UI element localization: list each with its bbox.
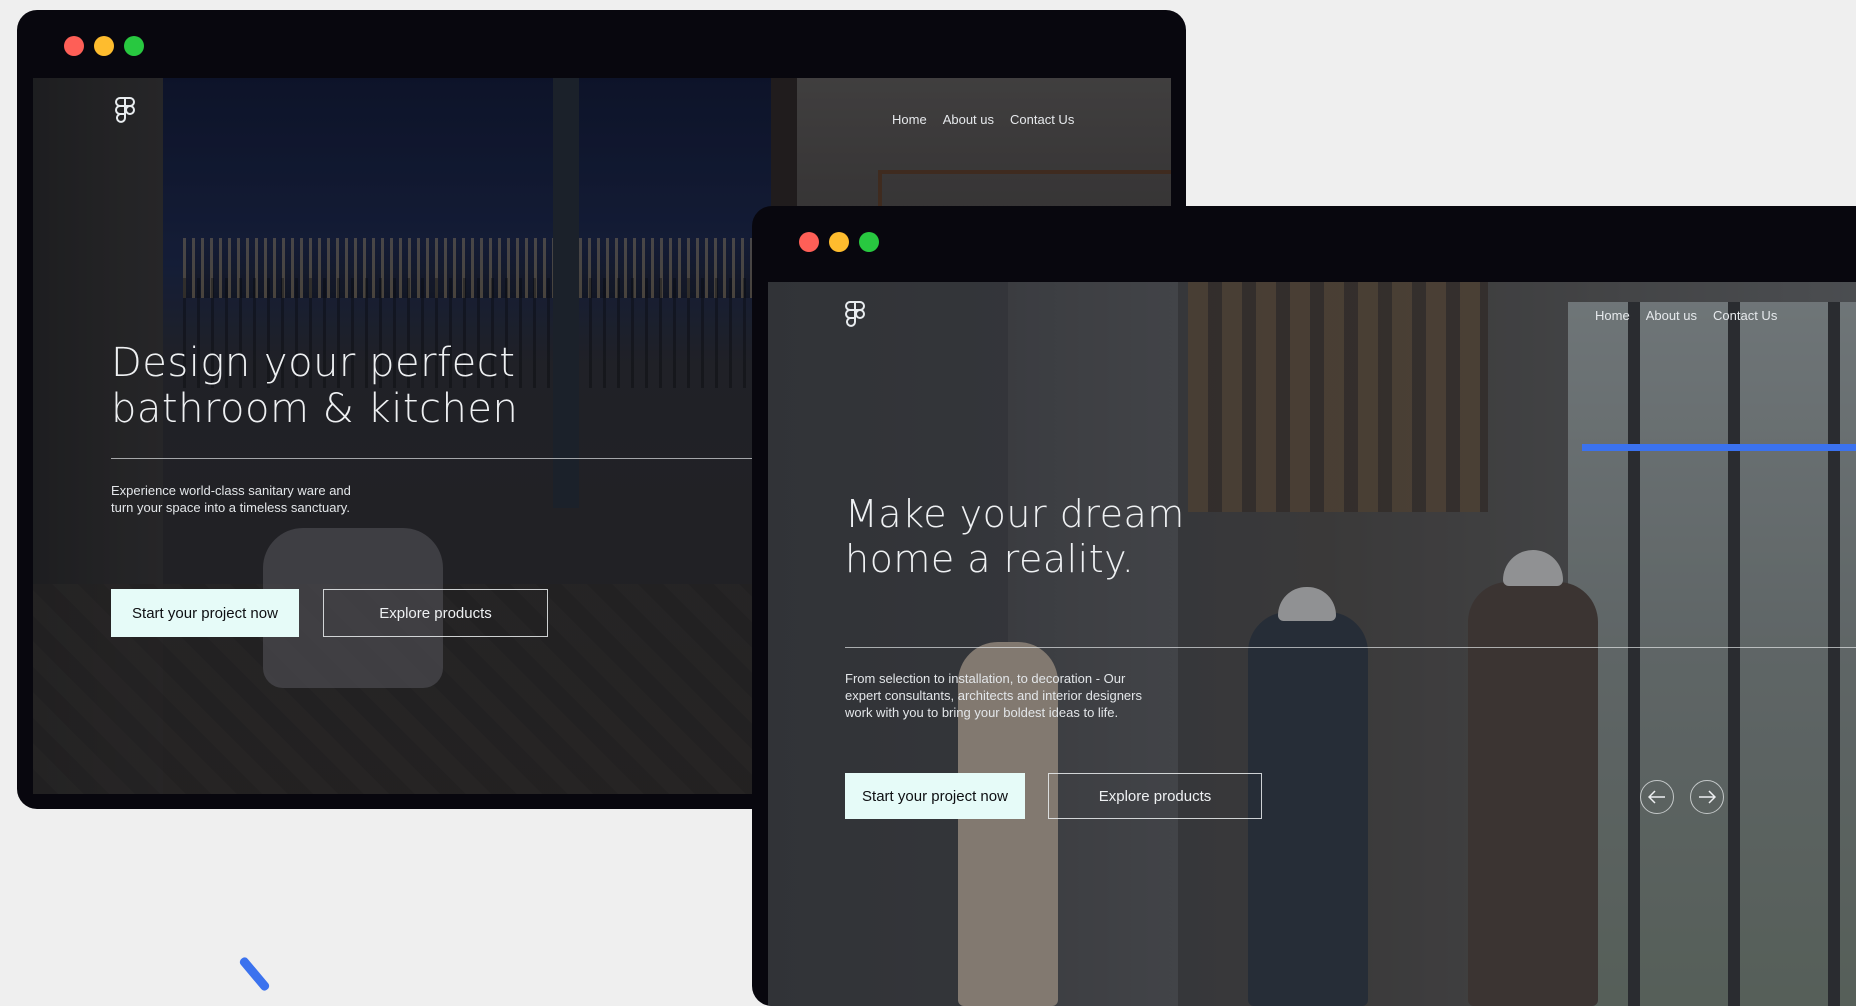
subtitle-line3: work with you to bring your boldest idea… [845, 705, 1119, 720]
browser-window-construction: Home About us Contact Us Make your dream… [752, 206, 1856, 1006]
hero-section-construction: Home About us Contact Us Make your dream… [768, 282, 1856, 1006]
hero-subtitle: From selection to installation, to decor… [845, 670, 1142, 721]
subtitle-line2: expert consultants, architects and inter… [845, 688, 1142, 703]
hero-heading-line2: bathroom & kitchen [111, 386, 519, 432]
hero-subtitle: Experience world-class sanitary ware and… [111, 482, 351, 516]
hero-heading-line1: Make your dream [845, 492, 1185, 536]
nav-link-contact[interactable]: Contact Us [1010, 112, 1074, 127]
divider-line [111, 458, 771, 459]
figma-logo-icon[interactable] [114, 96, 136, 124]
nav-link-contact[interactable]: Contact Us [1713, 308, 1777, 323]
maximize-dot[interactable] [859, 232, 879, 252]
hero-heading: Make your dream home a reality. [845, 492, 1185, 582]
minimize-dot[interactable] [94, 36, 114, 56]
subtitle-line1: From selection to installation, to decor… [845, 671, 1126, 686]
nav-link-about[interactable]: About us [1646, 308, 1697, 323]
explore-products-button[interactable]: Explore products [323, 589, 548, 637]
explore-products-button[interactable]: Explore products [1048, 773, 1262, 819]
nav-link-home[interactable]: Home [1595, 308, 1630, 323]
figma-logo-icon[interactable] [844, 300, 866, 328]
accent-line [1582, 444, 1856, 451]
minimize-dot[interactable] [829, 232, 849, 252]
start-project-button[interactable]: Start your project now [111, 589, 299, 637]
accent-stroke [238, 955, 271, 993]
hero-heading-line1: Design your perfect [111, 340, 516, 386]
window-controls [64, 36, 144, 56]
top-navigation: Home About us Contact Us [1595, 308, 1777, 323]
hero-heading-line2: home a reality. [845, 537, 1135, 581]
arrow-right-icon [1699, 790, 1716, 804]
subtitle-line1: Experience world-class sanitary ware and [111, 483, 351, 498]
subtitle-line2: turn your space into a timeless sanctuar… [111, 500, 350, 515]
arrow-left-icon [1648, 790, 1665, 804]
close-dot[interactable] [799, 232, 819, 252]
start-project-button[interactable]: Start your project now [845, 773, 1025, 819]
carousel-prev-button[interactable] [1640, 780, 1674, 814]
window-controls [799, 232, 879, 252]
hero-heading: Design your perfect bathroom & kitchen [111, 340, 518, 432]
maximize-dot[interactable] [124, 36, 144, 56]
divider-line [845, 647, 1856, 648]
nav-link-about[interactable]: About us [943, 112, 994, 127]
top-navigation: Home About us Contact Us [892, 112, 1074, 127]
carousel-next-button[interactable] [1690, 780, 1724, 814]
nav-link-home[interactable]: Home [892, 112, 927, 127]
close-dot[interactable] [64, 36, 84, 56]
